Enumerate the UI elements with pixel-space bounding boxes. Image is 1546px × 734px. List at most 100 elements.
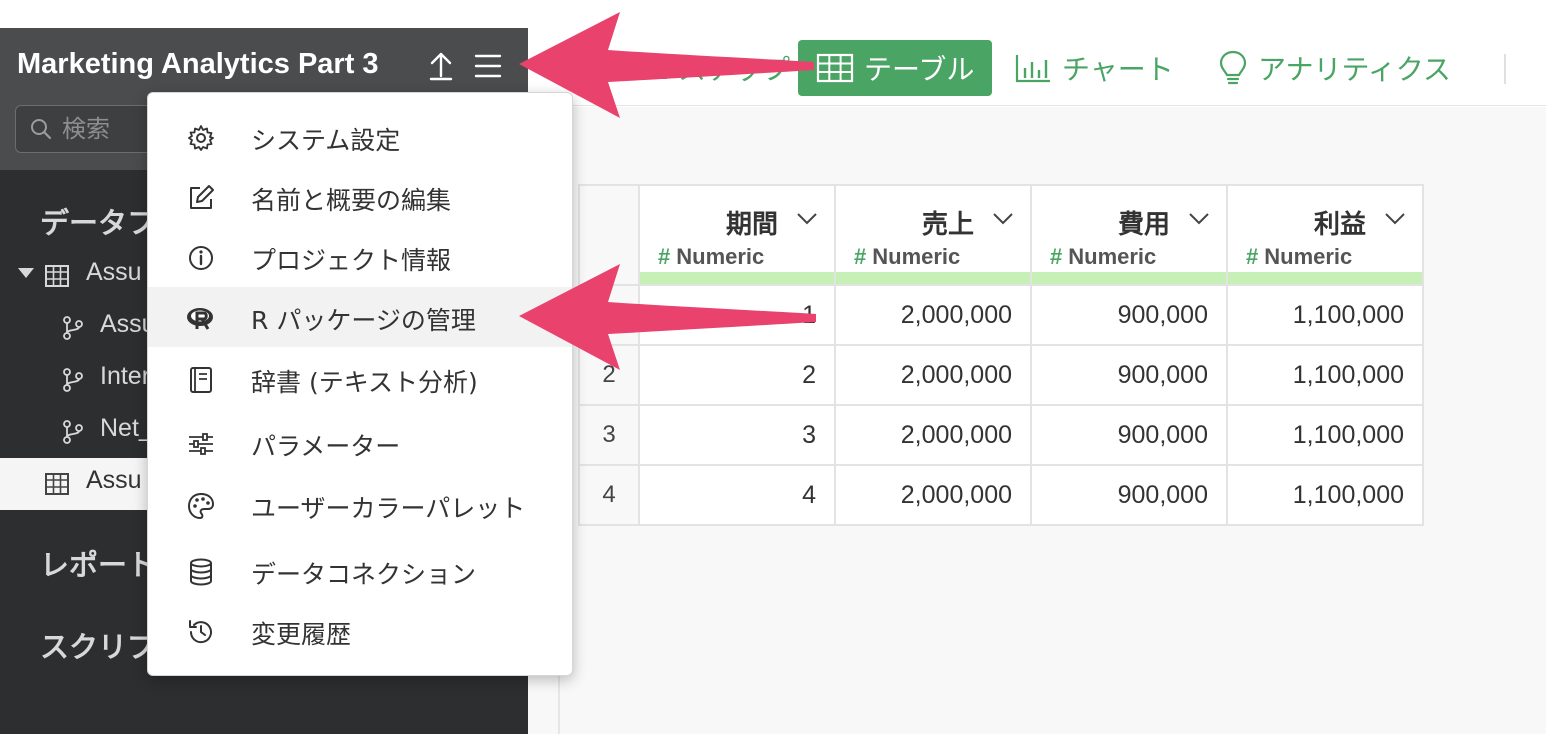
numeric-hash-icon: # xyxy=(1050,244,1063,269)
upload-icon[interactable] xyxy=(427,50,455,82)
hamburger-menu-icon[interactable] xyxy=(473,52,503,80)
chevron-down-icon[interactable] xyxy=(1188,212,1210,226)
palette-icon xyxy=(188,493,214,519)
project-title[interactable]: Marketing Analytics Part 3 xyxy=(17,48,379,81)
tab-steps-label: ステップ xyxy=(678,53,791,86)
chevron-down-icon[interactable] xyxy=(992,212,1014,226)
branch-icon xyxy=(63,368,83,392)
menu-item-r-packages[interactable]: R パッケージの管理 xyxy=(148,287,572,347)
menu-item-change-history[interactable]: 変更履歴 xyxy=(148,601,572,661)
search-icon xyxy=(31,119,52,140)
menu-item-label: データコネクション xyxy=(251,560,477,589)
section-scripts[interactable]: スクリプ xyxy=(40,624,156,666)
table-row: 2 2 2,000,000 900,000 1,100,000 xyxy=(578,344,1424,406)
menu-item-project-info[interactable]: プロジェクト情報 xyxy=(148,227,572,287)
column-type: # Numeric xyxy=(1246,244,1353,269)
menu-item-parameters[interactable]: パラメーター xyxy=(148,413,572,473)
column-type: # Numeric xyxy=(1050,244,1157,269)
project-menu-dropdown: システム設定 名前と概要の編集 プロジェクト情報 R パッケージの管理 辞書 (… xyxy=(147,92,573,676)
table-cell[interactable]: 2,000,000 xyxy=(834,344,1032,406)
data-table: 期間 # Numeric 売上 # Numeric 費用 # Numeric 利益 #… xyxy=(578,184,1424,526)
branch-icon xyxy=(63,420,83,444)
row-number-header xyxy=(578,184,640,286)
row-number: 3 xyxy=(578,404,640,466)
table-cell[interactable]: 2 xyxy=(638,344,836,406)
column-quality-bar xyxy=(1228,272,1422,284)
section-reports[interactable]: レポート xyxy=(40,542,156,584)
menu-item-edit-name[interactable]: 名前と概要の編集 xyxy=(148,167,572,227)
numeric-hash-icon: # xyxy=(854,244,867,269)
column-header[interactable]: 費用 # Numeric xyxy=(1030,184,1228,286)
menu-item-label: ユーザーカラーパレット xyxy=(251,494,526,523)
tab-analytics[interactable]: アナリティクス xyxy=(1218,40,1451,96)
numeric-hash-icon: # xyxy=(658,244,671,269)
branch-icon xyxy=(63,316,83,340)
table-cell[interactable]: 2,000,000 xyxy=(834,464,1032,526)
tree-item-label: Net_ xyxy=(100,414,153,442)
column-header[interactable]: 期間 # Numeric xyxy=(638,184,836,286)
menu-item-label: パラメーター xyxy=(251,432,401,461)
chevron-down-icon[interactable] xyxy=(796,212,818,226)
tab-table[interactable]: テーブル xyxy=(798,40,993,96)
menu-item-label: 変更履歴 xyxy=(251,620,352,649)
numeric-hash-icon: # xyxy=(1246,244,1259,269)
column-name: 費用 xyxy=(1117,210,1170,240)
table-row: 3 3 2,000,000 900,000 1,100,000 xyxy=(578,404,1424,466)
table-row: 1 1 2,000,000 900,000 1,100,000 xyxy=(578,284,1424,346)
table-cell[interactable]: 900,000 xyxy=(1030,404,1228,466)
steps-icon xyxy=(639,57,667,79)
table-icon xyxy=(45,265,69,287)
table-cell[interactable]: 1,100,000 xyxy=(1226,284,1424,346)
column-name: 期間 xyxy=(725,210,778,240)
lightbulb-icon xyxy=(1219,50,1247,85)
sliders-icon xyxy=(189,433,213,455)
table-cell[interactable]: 3 xyxy=(638,404,836,466)
expand-caret-icon[interactable] xyxy=(18,268,34,278)
row-number: 2 xyxy=(578,344,640,406)
menu-item-color-palette[interactable]: ユーザーカラーパレット xyxy=(148,475,572,535)
table-cell[interactable]: 1 xyxy=(638,284,836,346)
tab-analytics-label: アナリティクス xyxy=(1258,53,1451,86)
section-dataframes[interactable]: データフ xyxy=(40,200,156,242)
column-type: # Numeric xyxy=(854,244,961,269)
table-cell[interactable]: 2,000,000 xyxy=(834,284,1032,346)
table-cell[interactable]: 1,100,000 xyxy=(1226,464,1424,526)
menu-item-system-settings[interactable]: システム設定 xyxy=(148,107,572,167)
tree-item-label: Inter xyxy=(100,362,151,390)
table-cell[interactable]: 1,100,000 xyxy=(1226,344,1424,406)
edit-icon xyxy=(190,185,214,209)
gear-icon xyxy=(188,125,214,151)
table-cell[interactable]: 4 xyxy=(638,464,836,526)
menu-item-label: プロジェクト情報 xyxy=(251,246,452,275)
menu-item-label: R パッケージの管理 xyxy=(251,306,476,335)
table-header-row: 期間 # Numeric 売上 # Numeric 費用 # Numeric 利益 #… xyxy=(578,184,1424,286)
table-cell[interactable]: 1,100,000 xyxy=(1226,404,1424,466)
column-name: 売上 xyxy=(921,210,974,240)
info-icon xyxy=(189,246,213,270)
book-icon xyxy=(190,367,212,393)
tab-steps[interactable]: ステップ xyxy=(638,40,790,96)
tab-chart[interactable]: チャート xyxy=(1014,40,1174,96)
row-number: 1 xyxy=(578,284,640,346)
menu-item-label: システム設定 xyxy=(251,126,401,155)
menu-item-dictionary[interactable]: 辞書 (テキスト分析) xyxy=(148,349,572,409)
column-quality-bar xyxy=(640,272,834,284)
tree-item-label: Assu xyxy=(86,466,142,494)
column-quality-bar xyxy=(1032,272,1226,284)
toolbar-divider xyxy=(1504,54,1506,84)
bar-chart-icon xyxy=(1015,55,1050,83)
column-header[interactable]: 売上 # Numeric xyxy=(834,184,1032,286)
column-name: 利益 xyxy=(1313,210,1366,240)
table-cell[interactable]: 900,000 xyxy=(1030,284,1228,346)
table-icon xyxy=(816,53,854,83)
table-cell[interactable]: 900,000 xyxy=(1030,464,1228,526)
column-header[interactable]: 利益 # Numeric xyxy=(1226,184,1424,286)
chevron-down-icon[interactable] xyxy=(1384,212,1406,226)
table-cell[interactable]: 2,000,000 xyxy=(834,404,1032,466)
table-cell[interactable]: 900,000 xyxy=(1030,344,1228,406)
row-number: 4 xyxy=(578,464,640,526)
menu-item-data-connection[interactable]: データコネクション xyxy=(148,541,572,601)
database-icon xyxy=(190,558,212,586)
column-type: # Numeric xyxy=(658,244,765,269)
table-icon xyxy=(45,473,69,495)
